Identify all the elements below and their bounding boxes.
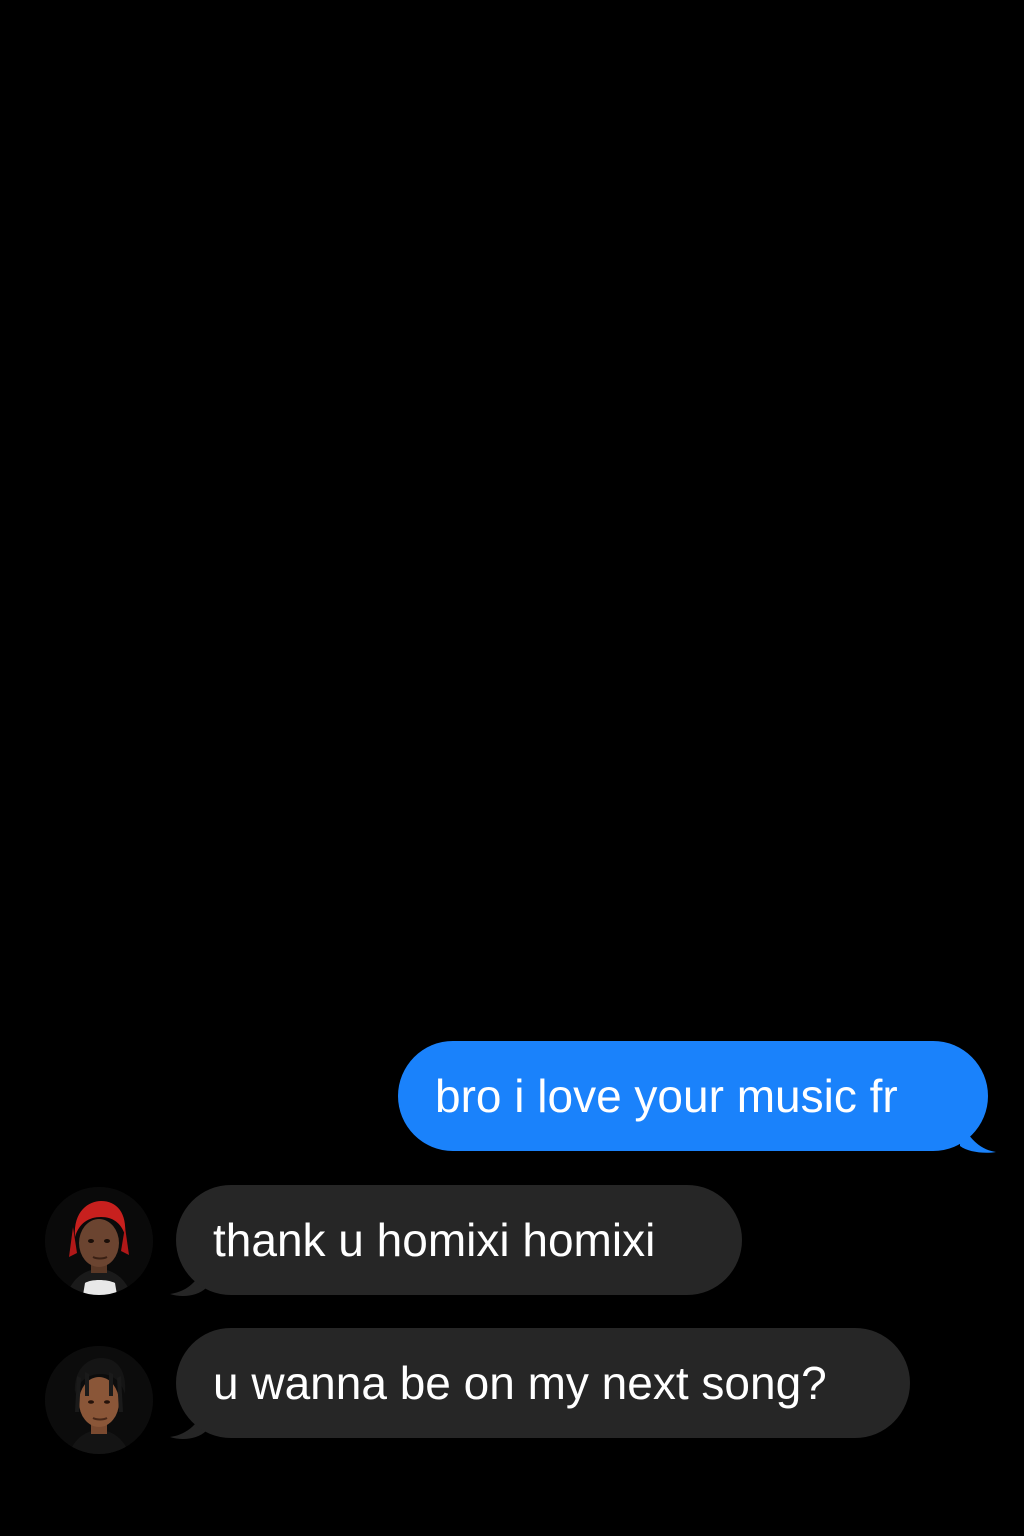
message-text: thank u homixi homixi <box>213 1214 656 1266</box>
message-text: bro i love your music fr <box>435 1070 898 1122</box>
message-text: u wanna be on my next song? <box>213 1357 827 1409</box>
outgoing-message-bubble[interactable]: bro i love your music fr <box>398 1041 988 1151</box>
incoming-message-bubble[interactable]: thank u homixi homixi <box>176 1185 742 1295</box>
outgoing-bubble-tail <box>960 1118 996 1153</box>
contact-avatar-dreadlocks[interactable] <box>45 1346 153 1454</box>
contact-avatar-red-hair[interactable] <box>45 1187 153 1295</box>
incoming-message-bubble[interactable]: u wanna be on my next song? <box>176 1328 910 1438</box>
message-thread: bro i love your music fr thank u homixi … <box>0 0 1024 1536</box>
